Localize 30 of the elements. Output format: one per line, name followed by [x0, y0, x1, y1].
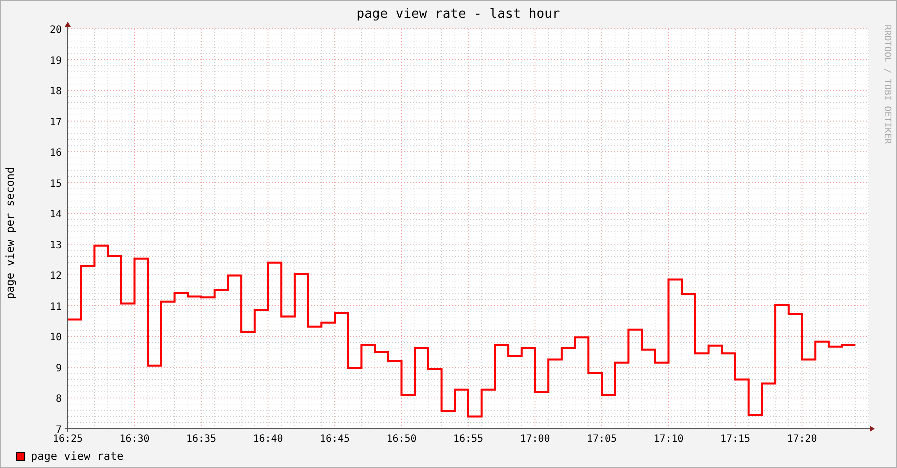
- axis-tick-label: 16:35: [186, 434, 216, 445]
- axis-tick-label: 17:05: [586, 434, 617, 445]
- axis-tick-label: 16:40: [253, 434, 284, 445]
- y-axis-label: page view per second: [5, 166, 16, 300]
- chart-title: page view rate - last hour: [356, 8, 560, 21]
- axis-tick-label: 12: [50, 271, 62, 282]
- axis-tick-label: 14: [50, 210, 62, 221]
- axis-tick-label: 17:00: [520, 434, 550, 445]
- credit-text: RRDTOOL / TOBI OETIKER: [882, 25, 892, 146]
- axis-tick-label: 19: [50, 56, 62, 67]
- axis-tick-label: 17: [50, 117, 62, 128]
- axis-tick-label: 15: [50, 178, 62, 190]
- axis-tick-label: 7: [56, 425, 62, 436]
- axis-tick-label: 16: [50, 148, 62, 160]
- axis-tick-label: 8: [56, 394, 62, 406]
- axis-tick-label: 20: [50, 25, 62, 36]
- legend-label: page view rate: [31, 450, 124, 462]
- axis-tick-label: 16:50: [386, 434, 417, 445]
- axis-tick-label: 16:25: [52, 434, 83, 445]
- axis-tick-label: 16:30: [120, 434, 150, 445]
- axis-tick-label: 17:15: [720, 434, 750, 445]
- axis-tick-label: 10: [50, 332, 62, 344]
- axis-tick-label: 16:45: [320, 434, 350, 445]
- axis-tick-label: 17:20: [787, 434, 818, 445]
- axis-tick-label: 13: [50, 240, 62, 252]
- axis-tick-label: 11: [50, 302, 62, 313]
- axis-tick-label: 18: [50, 86, 62, 98]
- axis-tick-label: 16:55: [453, 434, 484, 445]
- axis-tick-label: 9: [56, 363, 62, 374]
- axis-tick-label: 17:10: [654, 434, 684, 445]
